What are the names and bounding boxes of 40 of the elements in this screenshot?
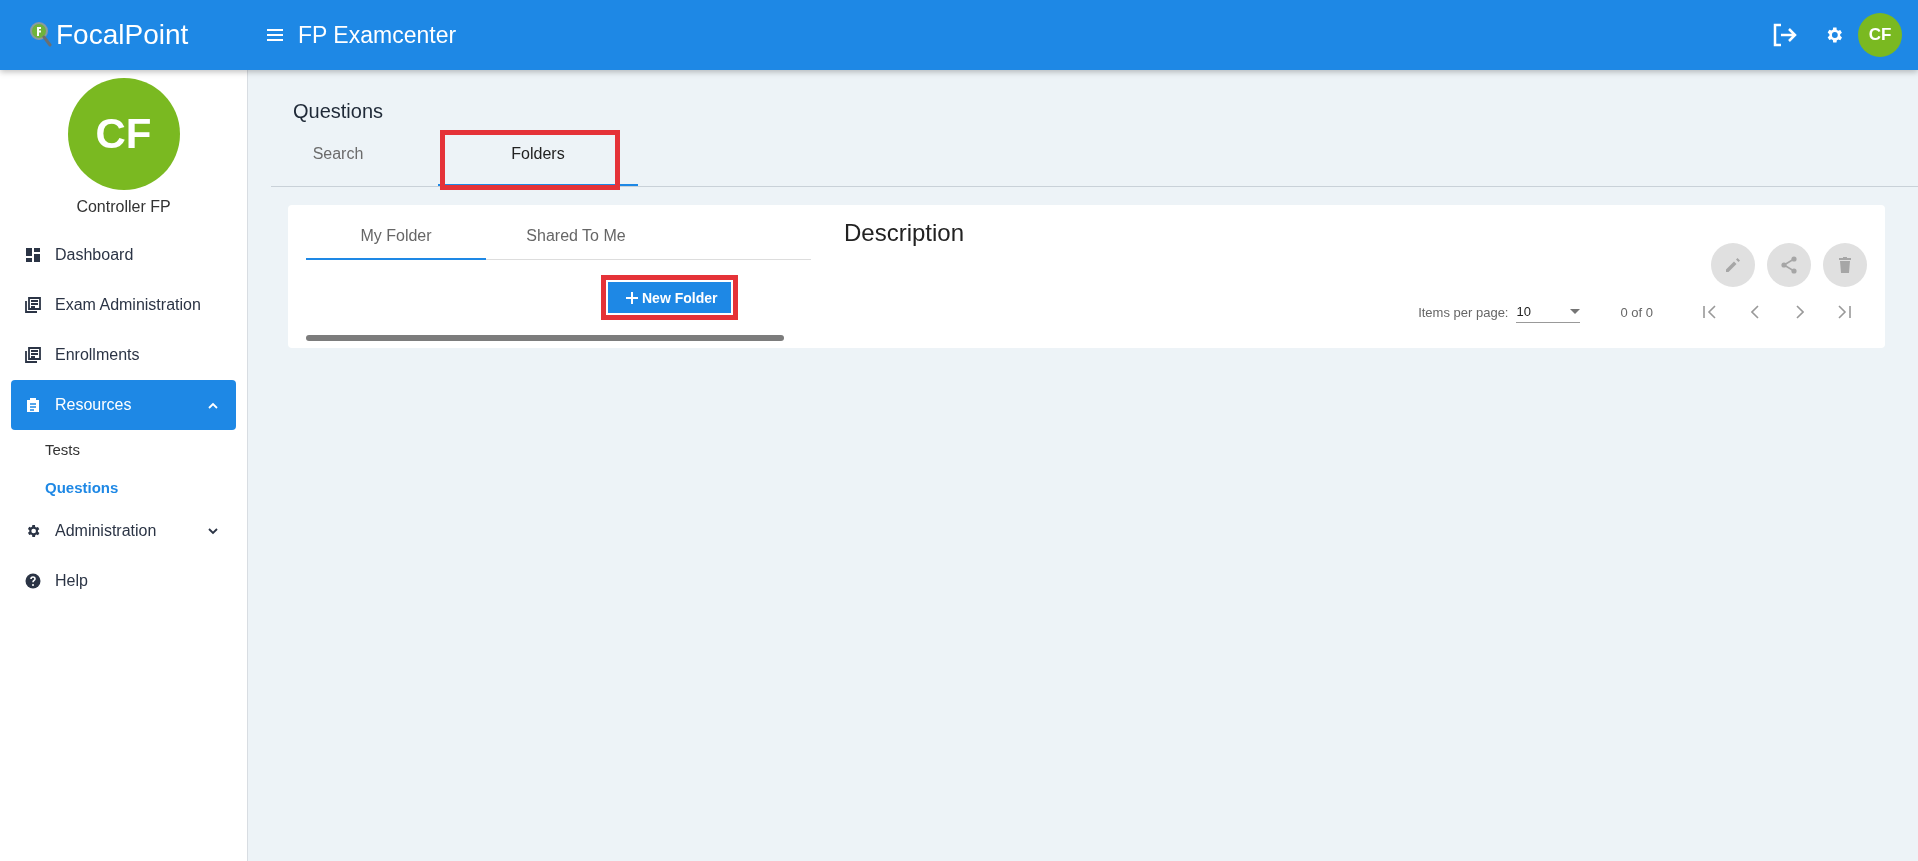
app-logo-text: FocalPoint — [56, 19, 189, 51]
help-icon — [25, 573, 41, 589]
menu-icon[interactable] — [266, 28, 284, 42]
page-range: 0 of 0 — [1620, 304, 1653, 320]
plus-icon — [626, 291, 638, 304]
dashboard-icon — [25, 247, 41, 263]
page-size-select[interactable]: 10 — [1516, 301, 1581, 323]
page-title: Questions — [293, 100, 385, 124]
book-stack-icon — [25, 347, 41, 363]
chevron-right-icon — [1795, 305, 1804, 319]
app-title: FP Examcenter — [298, 21, 457, 49]
nav-subitem[interactable]: Tests — [0, 430, 247, 468]
last-page-icon — [1838, 305, 1851, 319]
nav-item[interactable]: Help — [11, 556, 236, 606]
tab[interactable]: Folders — [438, 124, 638, 186]
nav-item[interactable]: Enrollments — [11, 330, 236, 380]
nav-subitem[interactable]: Questions — [0, 468, 247, 506]
new-folder-button[interactable]: New Folder — [608, 282, 732, 313]
logout-icon[interactable] — [1772, 23, 1798, 47]
nav-item[interactable]: Exam Administration — [11, 280, 236, 330]
share-icon — [1779, 255, 1799, 275]
settings-icon — [25, 523, 41, 539]
chevron-left-icon — [1750, 305, 1759, 319]
magnifier-logo-icon — [30, 22, 52, 48]
user-avatar: CF — [67, 78, 180, 190]
tab[interactable]: My Folder — [306, 214, 486, 260]
clipboard-icon — [25, 397, 41, 413]
dropdown-arrow-icon — [1570, 309, 1581, 314]
section-title: Description — [844, 219, 966, 247]
first-page-icon — [1703, 305, 1716, 319]
tab[interactable]: Search — [238, 124, 438, 186]
horizontal-scrollbar[interactable] — [306, 335, 784, 341]
tab[interactable]: Shared To Me — [486, 214, 666, 260]
nav-item[interactable]: Dashboard — [11, 230, 236, 280]
user-name: Controller FP — [76, 198, 171, 216]
book-stack-icon — [25, 297, 41, 313]
pencil-icon — [1723, 255, 1743, 275]
nav-item[interactable]: Resources — [11, 380, 236, 430]
items-per-page-label: Items per page: — [1418, 304, 1509, 320]
nav-item[interactable]: Administration — [11, 506, 236, 556]
